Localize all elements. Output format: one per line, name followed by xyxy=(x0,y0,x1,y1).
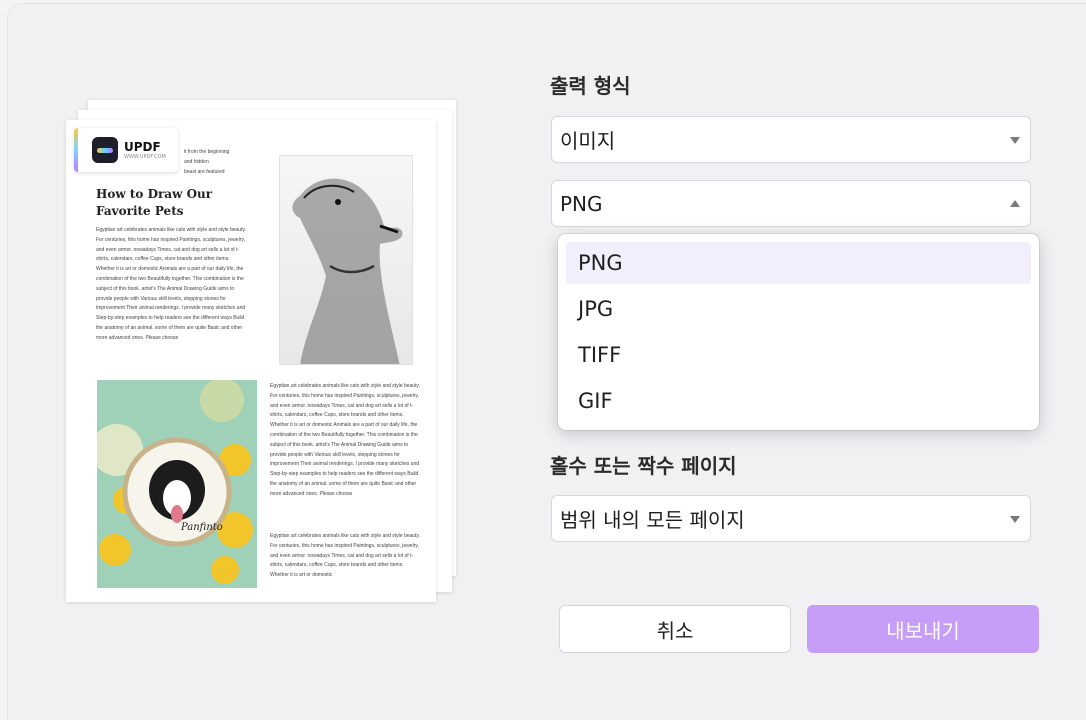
image-type-value: PNG xyxy=(560,191,603,216)
output-format-label: 출력 형식 xyxy=(550,74,631,98)
page-range-select[interactable]: 범위 내의 모든 페이지 xyxy=(551,495,1031,542)
logo-sub: WWW.UPDF.COM xyxy=(124,153,166,160)
doc-body-3: Egyptian art celebrates animals like cat… xyxy=(270,533,420,579)
logo-stripe xyxy=(74,128,78,172)
embroidery-image: Panfinto xyxy=(97,380,257,588)
image-type-dropdown: PNG JPG TIFF GIF xyxy=(558,234,1039,430)
cancel-button[interactable]: 취소 xyxy=(559,605,791,653)
chevron-down-icon xyxy=(1010,136,1020,144)
dropdown-option-jpg[interactable]: JPG xyxy=(566,288,1031,330)
export-button[interactable]: 내보내기 xyxy=(807,605,1039,653)
chevron-down-icon xyxy=(1010,515,1020,523)
odd-even-label: 홀수 또는 짝수 페이지 xyxy=(550,454,737,478)
output-format-value: 이미지 xyxy=(560,129,616,153)
page-range-value: 범위 내의 모든 페이지 xyxy=(560,508,745,532)
updf-logo: UPDF WWW.UPDF.COM xyxy=(74,128,178,172)
doc-body-2: Egyptian art celebrates animals like cat… xyxy=(270,383,420,497)
dog-sketch-image xyxy=(279,155,413,365)
doc-snippet-top: it from the beginning and hidden beast a… xyxy=(184,149,230,175)
logo-name: UPDF xyxy=(124,139,161,154)
image-type-select[interactable]: PNG xyxy=(551,180,1031,227)
preview-page: UPDF WWW.UPDF.COM it from the beginning … xyxy=(66,120,436,602)
embroidery-text: Panfinto xyxy=(180,522,223,533)
doc-body-1: Egyptian art celebrates animals like cat… xyxy=(96,227,246,341)
preview-pane: UPDF WWW.UPDF.COM it from the beginning … xyxy=(8,4,512,720)
updf-logo-icon xyxy=(92,137,118,163)
dropdown-option-png[interactable]: PNG xyxy=(566,242,1031,284)
doc-title: How to Draw Our Favorite Pets xyxy=(96,187,213,218)
chevron-up-icon xyxy=(1010,199,1020,207)
dropdown-option-tiff[interactable]: TIFF xyxy=(566,334,1031,376)
dropdown-option-gif[interactable]: GIF xyxy=(566,380,1031,422)
output-format-select[interactable]: 이미지 xyxy=(551,116,1031,163)
